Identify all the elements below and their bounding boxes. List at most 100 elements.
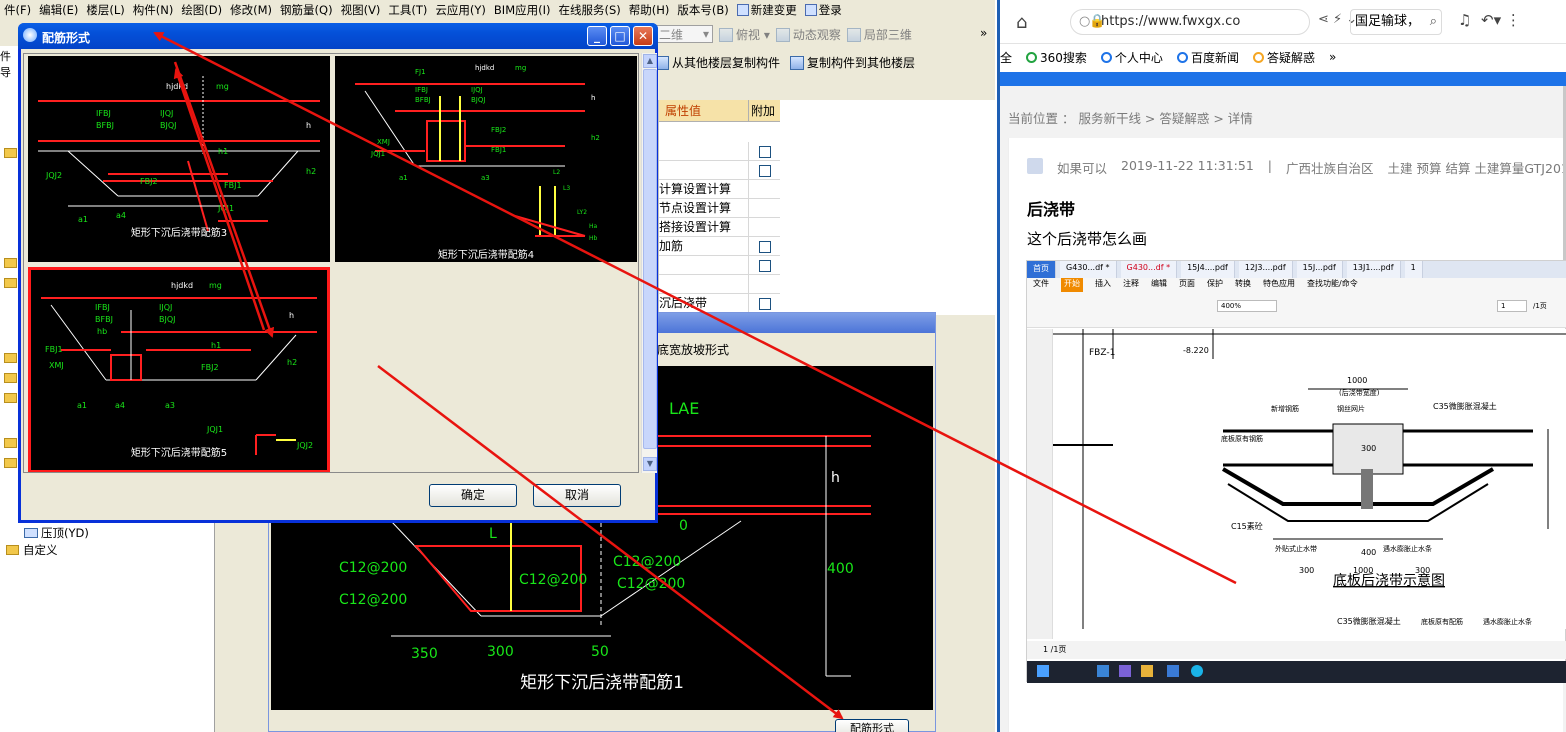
maximize-icon[interactable]: □ (610, 26, 630, 46)
menu-item[interactable]: 视图(V) (337, 0, 385, 20)
menu-item-label: 构件(N) (132, 3, 174, 17)
copy-from-label: 从其他楼层复制构件 (672, 55, 781, 70)
bookmark-item[interactable]: » (1329, 50, 1336, 64)
bookmark-item[interactable]: 全 (1000, 49, 1012, 66)
tree-item-label: 压顶(YD) (41, 526, 89, 540)
user-icon (804, 4, 817, 16)
bookmark-item[interactable]: 360搜索 (1026, 49, 1087, 66)
scroll-down-icon[interactable]: ▼ (643, 457, 657, 471)
view-mode-combo[interactable]: 二维 ▾ (655, 25, 713, 43)
scroll-up-icon[interactable]: ▲ (643, 54, 657, 68)
rebar-option-5[interactable]: hjdkd mg IFBJ BFBJ IJQJ BJQJ h1 h2 h FBJ… (28, 267, 330, 472)
extra-checkbox[interactable] (759, 164, 771, 177)
menu-item[interactable]: 云应用(Y) (431, 0, 490, 20)
dynamic-view-button[interactable]: 动态观察 (775, 26, 841, 43)
extra-checkbox[interactable] (759, 259, 771, 272)
dialog-titlebar[interactable]: 配筋形式 _ □ ✕ (18, 23, 658, 49)
embedded-menu-item: 保护 (1207, 279, 1223, 288)
tree-item-yd[interactable]: 压顶(YD) (24, 525, 89, 541)
author-name[interactable]: 如果可以 (1057, 158, 1107, 177)
copy-to-floor-button[interactable]: 复制构件到其他楼层 (790, 54, 915, 71)
property-row[interactable]: 搭接设置计算 (659, 218, 781, 237)
menu-item[interactable]: 修改(M) (226, 0, 276, 20)
menu-item[interactable]: 编辑(E) (35, 0, 82, 20)
label-ly2: LY2 (577, 209, 587, 216)
menu-item[interactable]: 楼层(L) (82, 0, 128, 20)
col-value-header: 属性值 (659, 100, 749, 122)
property-row[interactable]: 计算设置计算 (659, 180, 781, 199)
bookmark-item[interactable]: 个人中心 (1100, 49, 1163, 66)
menu-item[interactable]: 钢筋量(Q) (276, 0, 337, 20)
menu-icon[interactable]: ⋮ (1506, 11, 1521, 29)
property-row[interactable] (659, 256, 781, 275)
note-label: 遇水膨胀止水条 (1483, 617, 1532, 626)
menu-item[interactable]: 新建变更 (733, 0, 801, 20)
vertical-scrollbar[interactable]: ▲ ▼ (641, 53, 657, 473)
bookmark-label: 360搜索 (1040, 50, 1087, 65)
drawing-area[interactable] (780, 100, 995, 315)
l-label: L (489, 526, 497, 542)
minimize-icon[interactable]: _ (587, 26, 607, 46)
property-cell (659, 161, 749, 180)
menu-item[interactable]: 登录 (801, 0, 846, 20)
url-input[interactable]: ○ 🔒 https://www.fwxgx.co (1070, 9, 1310, 35)
extra-checkbox[interactable] (759, 145, 771, 158)
rebar-option-4[interactable]: FJ1 hjdkd mg IFBJ BFBJ IJQJ BJQJ FBJ2 FB… (335, 56, 637, 262)
cancel-button[interactable]: 取消 (533, 484, 621, 507)
label-jqj1: JQJ1 (217, 204, 234, 213)
label-a1: a1 (399, 174, 408, 182)
toolbar-overflow-icon[interactable]: » (980, 26, 987, 40)
property-row[interactable] (659, 161, 781, 180)
dynamic-view-label: 动态观察 (792, 27, 841, 42)
label-hb: Hb (589, 235, 598, 242)
property-row[interactable] (659, 275, 781, 294)
menu-item[interactable]: 版本号(B) (673, 0, 732, 20)
undo-icon[interactable]: ↶ (1481, 11, 1494, 29)
top-view-button[interactable]: 俯视 ▾ (719, 26, 770, 43)
menu-item[interactable]: 帮助(H) (625, 0, 674, 20)
menu-item[interactable]: 件(F) (0, 0, 35, 20)
close-icon[interactable]: ✕ (633, 26, 653, 46)
rebar-diagram-3: hjdkd mg IFBJ BFBJ IJQJ BJQJ h h1 h2 JQJ… (38, 76, 320, 239)
label-h1: h1 (211, 341, 221, 350)
rebar-option-3[interactable]: hjdkd mg IFBJ BFBJ IJQJ BJQJ h h1 h2 JQJ… (28, 56, 330, 262)
tree-item-custom[interactable]: 自定义 (6, 542, 58, 558)
menu-item[interactable]: BIM应用(I) (490, 0, 555, 20)
headset-icon[interactable]: ♫ (1458, 11, 1471, 29)
tree-item-label: 自定义 (23, 543, 58, 557)
search-input[interactable]: 国足输球， ⌕ (1350, 9, 1442, 35)
label-ifbj: IFBJ (415, 86, 428, 94)
embedded-menu-item: 插入 (1095, 279, 1111, 288)
menu-item[interactable]: 在线服务(S) (555, 0, 625, 20)
dim-label: 350 (411, 646, 438, 662)
label-mg: mg (216, 82, 229, 91)
extra-checkbox[interactable] (759, 240, 771, 253)
ok-button[interactable]: 确定 (429, 484, 517, 507)
property-row[interactable] (659, 142, 781, 161)
menu-item[interactable]: 构件(N) (129, 0, 178, 20)
dim-label: 50 (591, 644, 609, 660)
rebar-form-button[interactable]: 配筋形式 (835, 719, 909, 732)
menu-item[interactable]: 绘图(D) (177, 0, 226, 20)
bookmark-item[interactable]: 百度新闻 (1176, 49, 1239, 66)
label-fbj1: FBJ1 (45, 345, 63, 354)
home-icon[interactable]: ⌂ (1016, 12, 1027, 33)
property-cell (659, 275, 749, 294)
property-row[interactable]: 加筋 (659, 237, 781, 256)
property-row[interactable]: 节点设置计算 (659, 199, 781, 218)
label-xmj: XMJ (49, 361, 64, 370)
property-cell (659, 256, 749, 275)
site-header-strip (1000, 72, 1566, 86)
bookmark-item[interactable]: 答疑解惑 (1252, 49, 1315, 66)
property-row[interactable]: 沉后浇带 (659, 294, 781, 313)
menu-item-label: 楼层(L) (86, 3, 125, 17)
embedded-taskbar (1027, 661, 1566, 683)
copy-from-floor-button[interactable]: 从其他楼层复制构件 (655, 54, 780, 71)
local-3d-button[interactable]: 局部三维 (846, 26, 912, 43)
embedded-tab: 1 (1404, 261, 1423, 278)
scroll-thumb[interactable] (643, 69, 657, 449)
menu-item[interactable]: 工具(T) (384, 0, 431, 20)
extra-checkbox[interactable] (759, 297, 771, 310)
attached-screenshot[interactable]: 首页 G430...df * G430...df * 15J4....pdf 12J3.… (1026, 260, 1566, 683)
menu-item-label: 新建变更 (750, 3, 797, 17)
